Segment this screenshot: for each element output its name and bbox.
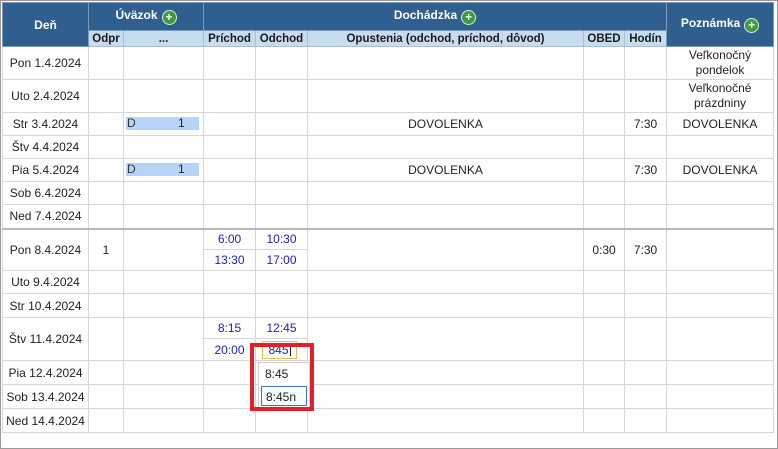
- col-header-uvazok: Úväzok +: [88, 2, 204, 31]
- reason-cell[interactable]: DOVOLENKA: [307, 112, 584, 136]
- arrival-time[interactable]: 20:00: [203, 338, 256, 361]
- day-cell: Pon 8.4.2024: [2, 227, 89, 271]
- table-row[interactable]: Sob 6.4.2024: [2, 181, 774, 205]
- day-cell: Pon 1.4.2024: [2, 46, 89, 80]
- departure-time[interactable]: 17:00: [255, 249, 308, 271]
- day-cell: Uto 9.4.2024: [2, 270, 89, 294]
- odpr-cell[interactable]: 1: [88, 227, 124, 271]
- col-header-dots: ...: [123, 30, 204, 47]
- col-header-obed: OBED: [583, 30, 625, 47]
- table-row[interactable]: Štv 11.4.2024 8:15 12:45: [2, 317, 774, 361]
- arrival-time[interactable]: 6:00: [203, 227, 256, 250]
- table-row[interactable]: Pia 12.4.2024: [2, 360, 774, 385]
- day-cell: Ned 7.4.2024: [2, 204, 89, 229]
- arrival-time[interactable]: 8:15: [203, 317, 256, 339]
- uvazok-bar: [126, 163, 199, 176]
- table-row[interactable]: Str 10.4.2024: [2, 293, 774, 318]
- hours-cell: 7:30: [624, 158, 667, 182]
- add-dochadzka-plus-icon[interactable]: +: [461, 10, 477, 25]
- table-row[interactable]: Uto 2.4.2024 Veľkonočné prázdniny: [2, 79, 774, 113]
- table-row[interactable]: Uto 9.4.2024: [2, 270, 774, 294]
- day-cell: Str 10.4.2024: [2, 293, 89, 318]
- note-cell[interactable]: DOVOLENKA: [666, 158, 774, 182]
- col-header-day: Deň: [2, 2, 89, 47]
- day-cell: Sob 13.4.2024: [2, 384, 89, 409]
- col-header-odchod: Odchod: [255, 30, 308, 47]
- add-poznamka-plus-icon[interactable]: +: [744, 18, 760, 33]
- col-header-opustenia: Opustenia (odchod, príchod, dôvod): [307, 30, 584, 47]
- text-caret: [289, 344, 291, 356]
- uvazok-cell[interactable]: D1: [123, 158, 204, 182]
- attendance-table: Deň Úväzok + Dochádzka + Poznámka + Odpr ..…: [2, 2, 774, 433]
- time-autocomplete-dropdown: 8:45 8:45n: [258, 362, 310, 409]
- hours-cell: 7:30: [624, 227, 667, 271]
- table-row[interactable]: Ned 7.4.2024: [2, 204, 774, 229]
- autocomplete-option[interactable]: 8:45: [261, 364, 307, 384]
- col-header-hodin: Hodín: [624, 30, 667, 47]
- day-cell: Ned 14.4.2024: [2, 408, 89, 433]
- departure-time[interactable]: 12:45: [255, 317, 308, 339]
- table-row[interactable]: Pon 8.4.2024 1 6:00 10:30 0:30 7:30: [2, 227, 774, 271]
- note-cell[interactable]: Veľkonočné prázdniny: [666, 79, 774, 113]
- add-uvazok-plus-icon[interactable]: +: [161, 10, 177, 25]
- uvazok-cell[interactable]: D1: [123, 112, 204, 136]
- day-cell: Pia 5.4.2024: [2, 158, 89, 182]
- table-row[interactable]: Ned 14.4.2024: [2, 408, 774, 433]
- col-header-poznamka: Poznámka +: [666, 2, 774, 47]
- col-header-odpr: Odpr: [88, 30, 124, 47]
- departure-time[interactable]: 10:30: [255, 227, 308, 250]
- col-header-prichod: Príchod: [203, 30, 256, 47]
- day-cell: Pia 12.4.2024: [2, 360, 89, 385]
- autocomplete-option-selected[interactable]: 8:45n: [261, 386, 307, 406]
- departure-time-edit-cell[interactable]: 845: [255, 338, 308, 361]
- table-row[interactable]: Štv 4.4.2024: [2, 135, 774, 159]
- reason-cell[interactable]: DOVOLENKA: [307, 158, 584, 182]
- day-cell: Sob 6.4.2024: [2, 181, 89, 205]
- day-cell: Štv 4.4.2024: [2, 135, 89, 159]
- day-cell: Štv 11.4.2024: [2, 317, 89, 361]
- uvazok-bar: [126, 117, 199, 130]
- note-cell[interactable]: Veľkonočný pondelok: [666, 46, 774, 80]
- arrival-time[interactable]: 13:30: [203, 249, 256, 271]
- col-header-dochadzka: Dochádzka +: [203, 2, 667, 31]
- departure-time-input[interactable]: 845: [262, 341, 297, 359]
- day-cell: Str 3.4.2024: [2, 112, 89, 136]
- table-row[interactable]: Sob 13.4.2024: [2, 384, 774, 409]
- hours-cell: 7:30: [624, 112, 667, 136]
- note-cell[interactable]: DOVOLENKA: [666, 112, 774, 136]
- table-row[interactable]: Str 3.4.2024 D1 DOVOLENKA 7:30 DOVOLENKA: [2, 112, 774, 136]
- day-cell: Uto 2.4.2024: [2, 79, 89, 113]
- obed-cell[interactable]: 0:30: [583, 227, 625, 271]
- table-row[interactable]: Pon 1.4.2024 Veľkonočný pondelok: [2, 46, 774, 80]
- table-row[interactable]: Pia 5.4.2024 D1 DOVOLENKA 7:30 DOVOLENKA: [2, 158, 774, 182]
